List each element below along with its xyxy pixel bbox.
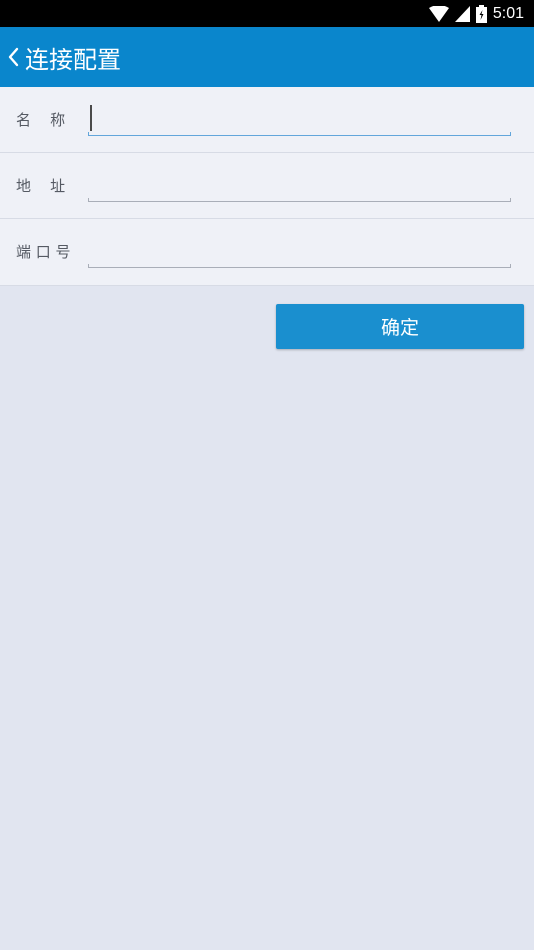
address-label: 地 址 <box>16 177 66 195</box>
name-input-underline <box>88 132 511 136</box>
port-row: 端 口 号 <box>0 219 534 286</box>
app-bar: 连接配置 <box>0 27 534 87</box>
wifi-icon <box>428 5 449 22</box>
text-cursor <box>90 105 92 131</box>
name-label: 名 称 <box>16 111 66 129</box>
status-time: 5:01 <box>492 4 524 22</box>
status-bar: 5:01 <box>0 0 534 27</box>
address-input[interactable] <box>88 167 511 201</box>
page-title: 连接配置 <box>25 45 121 74</box>
name-input[interactable] <box>88 101 511 135</box>
port-label: 端 口 号 <box>16 243 71 261</box>
battery-icon <box>475 4 487 23</box>
back-button[interactable] <box>1 27 25 87</box>
address-input-underline <box>88 198 511 202</box>
status-icons: 5:01 <box>428 3 524 24</box>
name-row: 名 称 <box>0 87 534 153</box>
cell-signal-icon <box>454 5 470 22</box>
connection-form: 名 称 地 址 端 口 号 <box>0 87 534 286</box>
chevron-left-icon <box>8 47 19 67</box>
confirm-button[interactable]: 确定 <box>276 304 524 349</box>
address-row: 地 址 <box>0 153 534 219</box>
port-input[interactable] <box>88 233 511 267</box>
port-input-underline <box>88 264 511 268</box>
